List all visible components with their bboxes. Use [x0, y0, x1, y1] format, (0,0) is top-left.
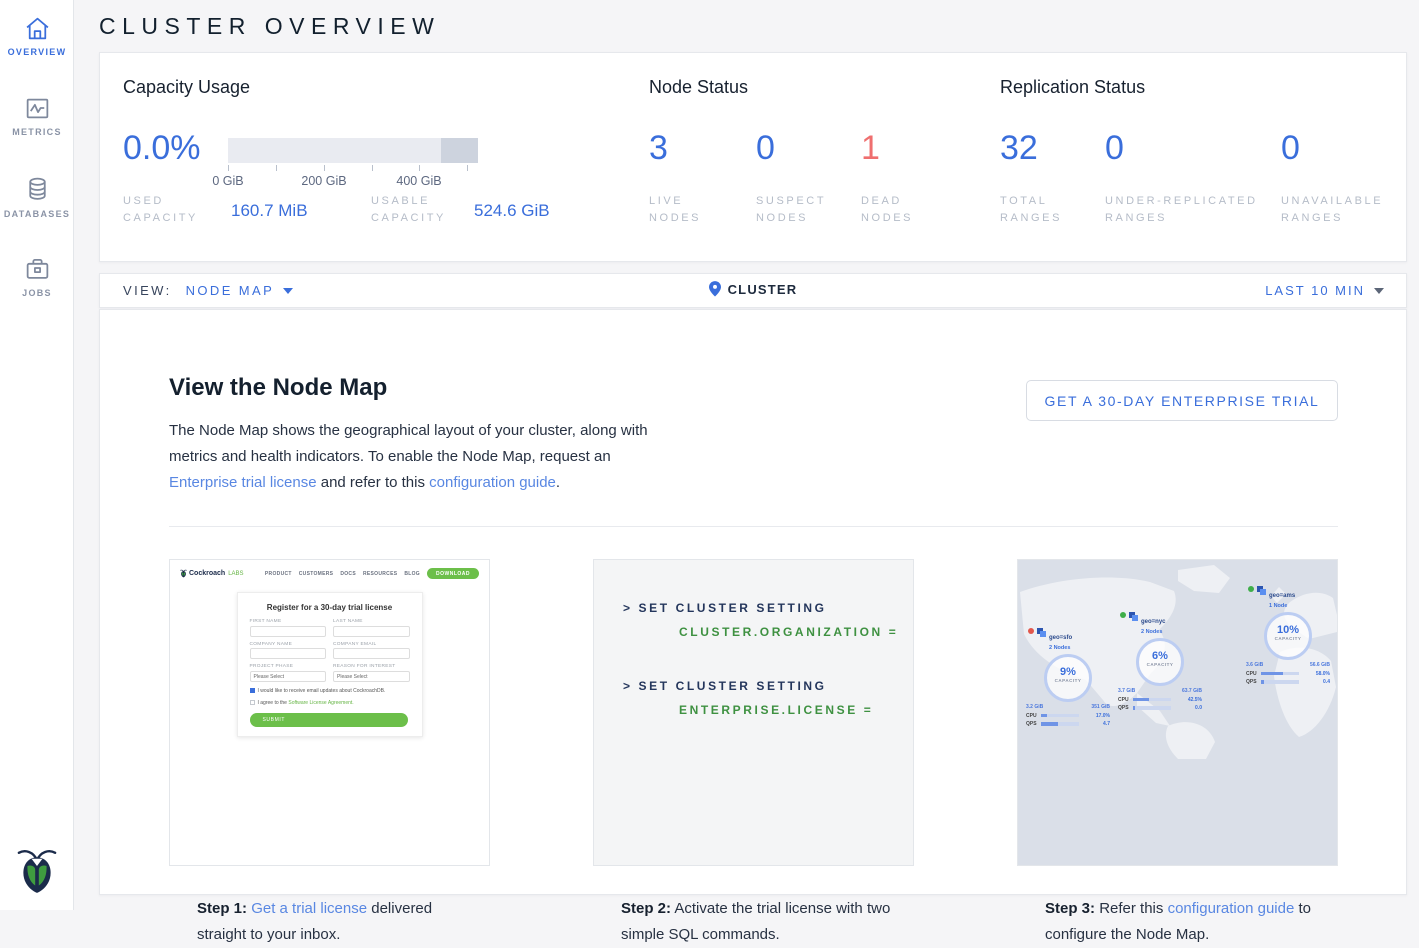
- qps-bar: [1133, 706, 1171, 710]
- mini-checkbox-checked: [250, 688, 255, 693]
- usable-capacity-value: 524.6 GiB: [474, 201, 550, 221]
- step1-card: Cockroach LABS PRODUCT CUSTOMERS DOCS RE…: [169, 559, 490, 866]
- locality-ams: geo=ams 1 Node 10% CAPACITY 3.6 GiB 56.6…: [1244, 584, 1332, 685]
- cockroach-bug-icon: [180, 569, 187, 578]
- nodes-icon: [1037, 628, 1046, 637]
- cockroachdb-logo: [17, 847, 57, 900]
- sidebar-item-label: DATABASES: [0, 209, 74, 219]
- briefcase-icon: [24, 256, 51, 282]
- live-nodes-value: 3: [649, 129, 668, 168]
- node-map-panel: View the Node Map The Node Map shows the…: [99, 309, 1407, 895]
- used-capacity-value: 160.7 MiB: [231, 201, 308, 221]
- step1-screenshot: Cockroach LABS PRODUCT CUSTOMERS DOCS RE…: [170, 560, 489, 865]
- sidebar-item-label: OVERVIEW: [0, 47, 74, 57]
- main-content: CLUSTER OVERVIEW Capacity Usage 0.0% 0 G…: [74, 0, 1419, 910]
- capacity-usage-title: Capacity Usage: [123, 77, 250, 98]
- step1-caption: Step 1: Get a trial license delivered st…: [170, 865, 489, 948]
- capacity-donut: 6% CAPACITY: [1136, 638, 1184, 686]
- axis-tick: 400 GiB: [389, 174, 449, 188]
- mini-registration-form: Register for a 30-day trial license FIRS…: [237, 592, 423, 737]
- breadcrumb-cluster[interactable]: CLUSTER: [709, 281, 798, 297]
- unavailable-ranges-label: UNAVAILABLE RANGES: [1281, 193, 1411, 227]
- step2-card: > SET CLUSTER SETTING CLUSTER.ORGANIZATI…: [593, 559, 914, 866]
- dead-nodes-label: DEAD NODES: [861, 193, 941, 227]
- sidebar: OVERVIEW METRICS DATABASES: [0, 0, 74, 910]
- section-heading: View the Node Map: [169, 374, 387, 402]
- capacity-donut: 10% CAPACITY: [1264, 612, 1312, 660]
- sidebar-item-label: METRICS: [0, 127, 74, 137]
- usable-capacity-label: USABLE CAPACITY: [371, 193, 451, 227]
- step3-node-map-preview: geo=sfo 2 Nodes 9% CAPACITY 3.2 GiB 351 …: [1018, 560, 1337, 865]
- cpu-bar: [1041, 714, 1079, 718]
- total-ranges-value: 32: [1000, 129, 1038, 168]
- status-dot-dead: [1028, 628, 1034, 634]
- section-description: The Node Map shows the geographical layo…: [169, 418, 648, 496]
- configuration-guide-link[interactable]: configuration guide: [1168, 900, 1295, 917]
- sidebar-item-metrics[interactable]: METRICS: [0, 80, 74, 160]
- sidebar-item-databases[interactable]: DATABASES: [0, 160, 74, 240]
- capacity-bar-reserved-segment: [441, 138, 479, 163]
- capacity-percent: 0.0%: [123, 129, 201, 168]
- mini-checkbox: [250, 700, 255, 705]
- axis-tick: 0 GiB: [198, 174, 258, 188]
- cpu-bar: [1261, 672, 1299, 676]
- nodes-icon: [1129, 612, 1138, 621]
- suspect-nodes-label: SUSPECT NODES: [756, 193, 846, 227]
- suspect-nodes-value: 0: [756, 129, 775, 168]
- enterprise-trial-button[interactable]: GET A 30-DAY ENTERPRISE TRIAL: [1026, 380, 1338, 421]
- page-title: CLUSTER OVERVIEW: [99, 13, 1407, 40]
- under-replicated-label: UNDER-REPLICATED RANGES: [1105, 193, 1275, 227]
- mini-download-button: DOWNLOAD: [427, 568, 479, 579]
- view-bar: VIEW: NODE MAP CLUSTER LAST 10 MIN: [99, 273, 1407, 308]
- locality-sfo: geo=sfo 2 Nodes 9% CAPACITY 3.2 GiB 351 …: [1024, 626, 1112, 727]
- home-icon: [24, 16, 51, 41]
- step3-caption: Step 3: Refer this configuration guide t…: [1018, 865, 1337, 948]
- cpu-bar: [1133, 698, 1171, 702]
- metrics-icon: [24, 96, 51, 121]
- summary-panel: Capacity Usage 0.0% 0 GiB 200 GiB 400 Gi…: [99, 52, 1407, 262]
- used-capacity-label: USED CAPACITY: [123, 193, 203, 227]
- step2-caption: Step 2: Activate the trial license with …: [594, 865, 913, 948]
- capacity-bar-chart: [228, 138, 478, 163]
- mini-submit-button: SUBMIT: [250, 713, 408, 727]
- configuration-guide-link[interactable]: configuration guide: [429, 474, 556, 491]
- under-replicated-value: 0: [1105, 129, 1124, 168]
- live-nodes-label: LIVE NODES: [649, 193, 729, 227]
- sidebar-item-overview[interactable]: OVERVIEW: [0, 0, 74, 80]
- nodes-icon: [1257, 586, 1266, 595]
- sidebar-item-jobs[interactable]: JOBS: [0, 240, 74, 320]
- steps-row: Cockroach LABS PRODUCT CUSTOMERS DOCS RE…: [169, 559, 1338, 866]
- locality-nyc: geo=nyc 2 Nodes 6% CAPACITY 3.7 GiB 63.7…: [1116, 610, 1204, 711]
- get-trial-license-link[interactable]: Get a trial license: [251, 900, 367, 917]
- node-status-title: Node Status: [649, 77, 748, 98]
- sidebar-item-label: JOBS: [0, 288, 74, 298]
- database-icon: [24, 176, 51, 203]
- status-dot-live: [1120, 612, 1126, 618]
- dead-nodes-value: 1: [861, 129, 880, 168]
- divider: [169, 526, 1338, 527]
- mini-nav: PRODUCT CUSTOMERS DOCS RESOURCES BLOG DO…: [265, 568, 479, 579]
- step3-card: geo=sfo 2 Nodes 9% CAPACITY 3.2 GiB 351 …: [1017, 559, 1338, 866]
- unavailable-ranges-value: 0: [1281, 129, 1300, 168]
- qps-bar: [1261, 680, 1299, 684]
- cockroach-labs-logo: Cockroach LABS: [180, 569, 244, 578]
- enterprise-trial-license-link[interactable]: Enterprise trial license: [169, 474, 317, 491]
- capacity-donut: 9% CAPACITY: [1044, 654, 1092, 702]
- status-dot-live: [1248, 586, 1254, 592]
- map-pin-icon: [709, 281, 721, 297]
- axis-tick: 200 GiB: [294, 174, 354, 188]
- replication-status-title: Replication Status: [1000, 77, 1145, 98]
- total-ranges-label: TOTAL RANGES: [1000, 193, 1080, 227]
- qps-bar: [1041, 722, 1079, 726]
- step2-sql-snippet: > SET CLUSTER SETTING CLUSTER.ORGANIZATI…: [594, 560, 913, 865]
